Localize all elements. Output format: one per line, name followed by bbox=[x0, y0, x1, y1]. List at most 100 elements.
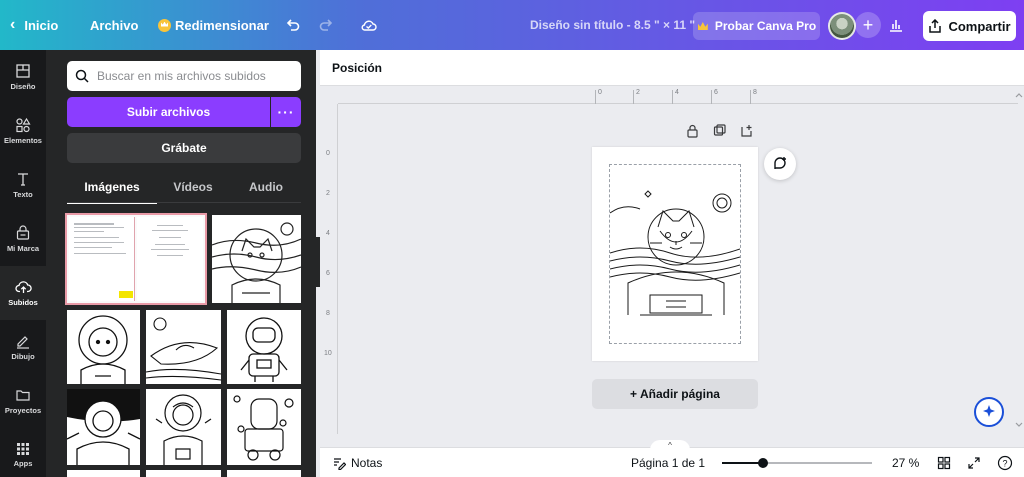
upload-thumbnail-rover[interactable] bbox=[227, 389, 301, 465]
text-icon bbox=[18, 173, 28, 186]
add-page-button[interactable]: + Añadir página bbox=[592, 379, 758, 409]
add-page-icon bbox=[741, 125, 752, 137]
page-selection-outline bbox=[609, 164, 741, 344]
rail-item-draw[interactable]: Dibujo bbox=[0, 320, 46, 374]
record-yourself-button[interactable]: Grábate bbox=[67, 133, 301, 163]
scroll-up-icon bbox=[1015, 93, 1023, 98]
upload-thumbnail-cat-astronaut[interactable] bbox=[212, 215, 301, 303]
redo-button[interactable] bbox=[318, 0, 334, 50]
grid-icon bbox=[17, 443, 29, 455]
share-label: Compartir bbox=[948, 18, 1011, 34]
insights-button[interactable] bbox=[888, 0, 904, 50]
rail-label: Dibujo bbox=[11, 352, 35, 361]
rail-item-design[interactable]: Diseño bbox=[0, 50, 46, 104]
upload-thumbnail-robot-astronaut[interactable] bbox=[227, 310, 301, 384]
home-label: Inicio bbox=[24, 17, 59, 33]
design-page[interactable] bbox=[592, 147, 758, 361]
robot-astronaut-image bbox=[240, 317, 288, 382]
ruler-tick-label: 0 bbox=[326, 150, 330, 157]
try-pro-button[interactable]: Probar Canva Pro bbox=[693, 12, 820, 40]
avatar[interactable] bbox=[828, 12, 856, 40]
rail-item-elements[interactable]: Elementos bbox=[0, 104, 46, 158]
zoom-level[interactable]: 27 % bbox=[892, 448, 919, 477]
file-menu-button[interactable]: Archivo bbox=[90, 0, 138, 50]
fullscreen-button[interactable] bbox=[967, 448, 981, 477]
top-bar: ‹ Inicio Archivo Redimensionar Diseño si… bbox=[0, 0, 1024, 50]
magic-assistant-button[interactable] bbox=[974, 397, 1004, 427]
share-icon bbox=[929, 19, 942, 33]
tab-images[interactable]: Imágenes bbox=[67, 172, 157, 204]
tab-audio[interactable]: Audio bbox=[231, 172, 301, 202]
cat-astronaut-image bbox=[212, 222, 301, 303]
share-button[interactable]: Compartir bbox=[923, 11, 1016, 41]
ruler-tick-label: 8 bbox=[326, 310, 330, 317]
duplicate-page-button[interactable] bbox=[713, 124, 727, 142]
position-button[interactable]: Posición bbox=[332, 50, 382, 86]
add-comment-button[interactable] bbox=[764, 148, 796, 180]
upload-thumbnail-document[interactable] bbox=[65, 213, 207, 305]
upload-thumbnail-kid-astronaut[interactable] bbox=[67, 310, 140, 384]
rail-item-text[interactable]: Texto bbox=[0, 158, 46, 212]
bottom-bar: ^ Notas Página 1 de 1 27 % ? bbox=[320, 440, 1024, 477]
rail-item-uploads[interactable]: Subidos bbox=[0, 266, 46, 320]
vertical-scrollbar[interactable] bbox=[1014, 86, 1024, 434]
ruler-tick-label: 6 bbox=[714, 89, 718, 96]
zoom-slider-knob[interactable] bbox=[758, 458, 768, 468]
page-indicator[interactable]: Página 1 de 1 bbox=[631, 448, 705, 477]
lock-page-button[interactable] bbox=[686, 124, 700, 142]
zoom-slider[interactable] bbox=[722, 458, 872, 468]
rail-item-apps[interactable]: Apps bbox=[0, 428, 46, 477]
resize-button[interactable]: Redimensionar bbox=[158, 0, 269, 50]
rail-label: Diseño bbox=[10, 82, 36, 91]
rover-image bbox=[233, 395, 294, 461]
chevron-left-icon: ‹ bbox=[10, 16, 16, 33]
home-button[interactable]: ‹ Inicio bbox=[10, 0, 58, 50]
left-rail: Diseño Elementos Texto Mi Marca Subidos … bbox=[0, 50, 46, 477]
upload-files-button[interactable]: Subir archivos bbox=[67, 97, 270, 127]
upload-thumbnail-partial[interactable] bbox=[67, 470, 140, 477]
tabs-divider bbox=[67, 202, 301, 203]
upload-thumbnail-spaceship[interactable] bbox=[146, 310, 221, 384]
context-toolbar: Posición bbox=[320, 50, 1024, 86]
search-field[interactable] bbox=[67, 61, 301, 91]
ruler-tick-label: 2 bbox=[636, 89, 640, 96]
ruler-tick-label: 10 bbox=[324, 350, 332, 357]
upload-thumbnail-partial[interactable] bbox=[146, 470, 221, 477]
add-page-icon-button[interactable] bbox=[740, 124, 754, 142]
file-label: Archivo bbox=[90, 17, 139, 33]
upload-more-button[interactable]: ··· bbox=[271, 97, 301, 127]
undo-button[interactable] bbox=[285, 0, 301, 50]
vertical-ruler: 0 2 4 6 8 10 bbox=[320, 104, 338, 434]
grid-view-button[interactable] bbox=[937, 448, 951, 477]
plus-icon: + bbox=[862, 14, 874, 35]
resize-label: Redimensionar bbox=[175, 17, 269, 33]
sparkle-icon bbox=[983, 405, 995, 417]
uploads-panel: Subir archivos ··· Grábate Imágenes Víde… bbox=[46, 50, 316, 477]
rail-item-brand[interactable]: Mi Marca bbox=[0, 212, 46, 266]
help-button[interactable]: ? bbox=[997, 448, 1013, 477]
help-label: ? bbox=[1002, 459, 1007, 469]
try-pro-label: Probar Canva Pro bbox=[714, 19, 817, 33]
redo-icon bbox=[319, 19, 333, 31]
add-collaborator-button[interactable]: + bbox=[855, 12, 881, 38]
upload-thumbnail-partial[interactable] bbox=[227, 470, 301, 477]
upload-thumbnail-girl-astronaut[interactable] bbox=[146, 389, 221, 465]
rail-item-projects[interactable]: Proyectos bbox=[0, 374, 46, 428]
tab-videos[interactable]: Vídeos bbox=[157, 172, 229, 202]
fullscreen-icon bbox=[968, 457, 980, 469]
folder-icon bbox=[16, 390, 30, 401]
search-input[interactable] bbox=[97, 69, 287, 83]
notes-label: Notas bbox=[351, 456, 383, 470]
notes-button[interactable]: Notas bbox=[332, 448, 382, 477]
bar-chart-icon bbox=[890, 20, 902, 32]
zoom-slider-fill bbox=[722, 462, 763, 464]
ruler-tick-label: 0 bbox=[598, 89, 602, 96]
document-title[interactable]: Diseño sin título - 8.5 " × 11 " bbox=[530, 0, 695, 50]
upload-thumbnail-dog-astronaut[interactable] bbox=[67, 389, 140, 465]
shapes-icon bbox=[16, 117, 31, 133]
horizontal-ruler: 0 2 4 6 8 bbox=[338, 86, 1018, 104]
brand-icon bbox=[16, 225, 30, 240]
media-tabs: Imágenes Vídeos Audio bbox=[67, 172, 301, 204]
save-status-button[interactable] bbox=[360, 0, 378, 50]
layout-icon bbox=[16, 64, 30, 78]
